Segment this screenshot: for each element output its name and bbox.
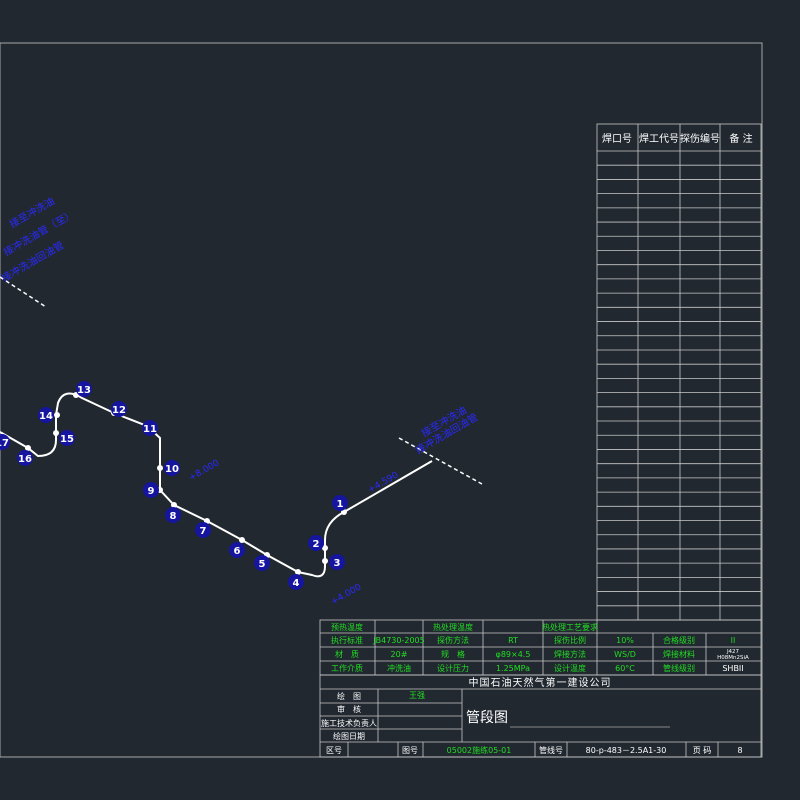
svg-text:4: 4 bbox=[293, 578, 300, 589]
label-size: 规 格 bbox=[441, 649, 465, 659]
header-weld-no: 焊口号 bbox=[602, 133, 632, 145]
weld-badge-2: 2 bbox=[308, 535, 324, 551]
label-drawn-by: 绘 图 bbox=[337, 691, 361, 701]
label-design-pressure: 设计压力 bbox=[437, 663, 469, 673]
label-drawing-no: 图号 bbox=[402, 746, 418, 755]
value-ndt-ratio: 10% bbox=[616, 636, 634, 645]
value-drawn-by: 王强 bbox=[409, 691, 425, 700]
label-standard: 执行标准 bbox=[331, 635, 363, 645]
label-heat-treat-temp: 热处理温度 bbox=[433, 622, 473, 632]
label-draw-date: 绘图日期 bbox=[333, 731, 365, 741]
svg-text:6: 6 bbox=[234, 546, 241, 557]
label-reviewed-by: 审 核 bbox=[337, 704, 361, 714]
value-design-pressure: 1.25MPa bbox=[496, 664, 530, 673]
title-block: 中国石油天然气第一建设公司 绘 图 王强 审 核 施工技术负责人 绘图日期 区号… bbox=[319, 674, 762, 758]
svg-text:8: 8 bbox=[170, 511, 177, 522]
label-ndt-method: 探伤方法 bbox=[437, 635, 469, 645]
value-drawing-no: 05002施练05-01 bbox=[447, 745, 512, 755]
value-ndt-method: RT bbox=[508, 636, 518, 645]
isometric-drawing: 焊口号 焊工代号 探伤编号 备 注 1 2 3 4 5 6 7 8 9 10 1… bbox=[0, 42, 763, 758]
label-page: 页 码 bbox=[693, 746, 712, 755]
label-medium: 工作介质 bbox=[331, 663, 363, 673]
svg-text:9: 9 bbox=[148, 486, 155, 497]
value-design-temp: 60°C bbox=[615, 664, 635, 673]
weld-badge-6: 6 bbox=[229, 542, 245, 558]
label-material: 材 质 bbox=[335, 649, 359, 659]
value-line-no: 80-p-483－2.5A1-30 bbox=[586, 746, 667, 755]
weld-dot-14 bbox=[54, 412, 60, 418]
elevation-label-3: +4.000 bbox=[330, 582, 364, 607]
label-acceptance-grade: 合格级别 bbox=[663, 635, 695, 645]
weld-badge-11: 11 bbox=[142, 420, 158, 436]
header-remarks: 备 注 bbox=[729, 132, 752, 145]
drawing-title: 管段图 bbox=[466, 710, 508, 726]
label-heat-treat-process: 热处理工艺要求 bbox=[542, 622, 598, 632]
value-standard: JB4730-2005 bbox=[372, 636, 424, 645]
weld-badge-4: 4 bbox=[288, 574, 304, 590]
weld-badge-1: 1 bbox=[332, 495, 348, 511]
svg-text:3: 3 bbox=[334, 558, 341, 569]
weld-badge-7: 7 bbox=[195, 522, 211, 538]
svg-text:15: 15 bbox=[60, 434, 74, 445]
label-welding-material: 焊接材料 bbox=[663, 649, 695, 659]
weld-badge-14: 14 bbox=[38, 407, 54, 423]
svg-text:5: 5 bbox=[259, 559, 266, 570]
svg-text:16: 16 bbox=[18, 454, 32, 465]
label-line-class: 管线级别 bbox=[663, 663, 695, 673]
value-size: φ89×4.5 bbox=[496, 650, 531, 659]
elevation-label-2: +8.000 bbox=[188, 458, 222, 483]
svg-text:10: 10 bbox=[165, 464, 179, 475]
weld-badge-3: 3 bbox=[329, 554, 345, 570]
value-medium: 冲洗油 bbox=[387, 663, 411, 673]
svg-text:12: 12 bbox=[112, 405, 126, 416]
label-ndt-ratio: 探伤比例 bbox=[554, 635, 586, 645]
header-welder-code: 焊工代号 bbox=[639, 133, 679, 145]
label-preheat-temp: 预热温度 bbox=[331, 622, 363, 632]
weld-badge-16: 16 bbox=[17, 450, 33, 466]
header-inspection-no: 探伤编号 bbox=[680, 132, 720, 145]
svg-text:17: 17 bbox=[0, 438, 9, 449]
parameter-block: 预热温度 热处理温度 热处理工艺要求 执行标准 JB4730-2005 探伤方法… bbox=[319, 619, 762, 676]
value-page: 8 bbox=[737, 746, 742, 755]
svg-text:2: 2 bbox=[313, 539, 320, 550]
label-welding-method: 焊接方法 bbox=[554, 649, 586, 659]
weld-dot-15 bbox=[53, 430, 59, 436]
value-material: 20# bbox=[391, 650, 408, 659]
weld-dot-6 bbox=[239, 537, 245, 543]
svg-text:11: 11 bbox=[143, 424, 157, 435]
weld-record-table: 焊口号 焊工代号 探伤编号 备 注 bbox=[596, 123, 762, 621]
svg-text:14: 14 bbox=[39, 411, 53, 422]
label-line-no: 管线号 bbox=[539, 745, 563, 755]
value-line-class: SHBII bbox=[722, 664, 743, 673]
label-design-temp: 设计温度 bbox=[554, 663, 586, 673]
right-terminal-marker bbox=[398, 437, 483, 485]
svg-text:13: 13 bbox=[77, 385, 91, 396]
weld-badge-15: 15 bbox=[59, 430, 75, 446]
pipe-line bbox=[0, 392, 433, 578]
value-acceptance-grade: II bbox=[731, 636, 736, 645]
weld-dot-10 bbox=[157, 465, 163, 471]
value-welding-material-2: H08Mn2SiA bbox=[717, 655, 749, 661]
weld-badge-9: 9 bbox=[143, 482, 159, 498]
pipe-run: 1 2 3 4 5 6 7 8 9 10 11 12 13 14 15 16 1… bbox=[0, 194, 483, 608]
weld-dot-3 bbox=[322, 558, 328, 564]
svg-text:1: 1 bbox=[337, 499, 344, 510]
label-tech-lead: 施工技术负责人 bbox=[321, 718, 377, 728]
company-name: 中国石油天然气第一建设公司 bbox=[469, 676, 612, 689]
weld-badge-8: 8 bbox=[165, 507, 181, 523]
label-area: 区号 bbox=[326, 746, 342, 755]
svg-text:7: 7 bbox=[200, 526, 207, 537]
value-welding-method: WS/D bbox=[614, 650, 636, 659]
drawing-border bbox=[0, 42, 763, 758]
weld-badge-5: 5 bbox=[254, 555, 270, 571]
weld-badge-13: 13 bbox=[76, 381, 92, 397]
weld-badge-12: 12 bbox=[111, 401, 127, 417]
weld-badge-10: 10 bbox=[164, 460, 180, 476]
